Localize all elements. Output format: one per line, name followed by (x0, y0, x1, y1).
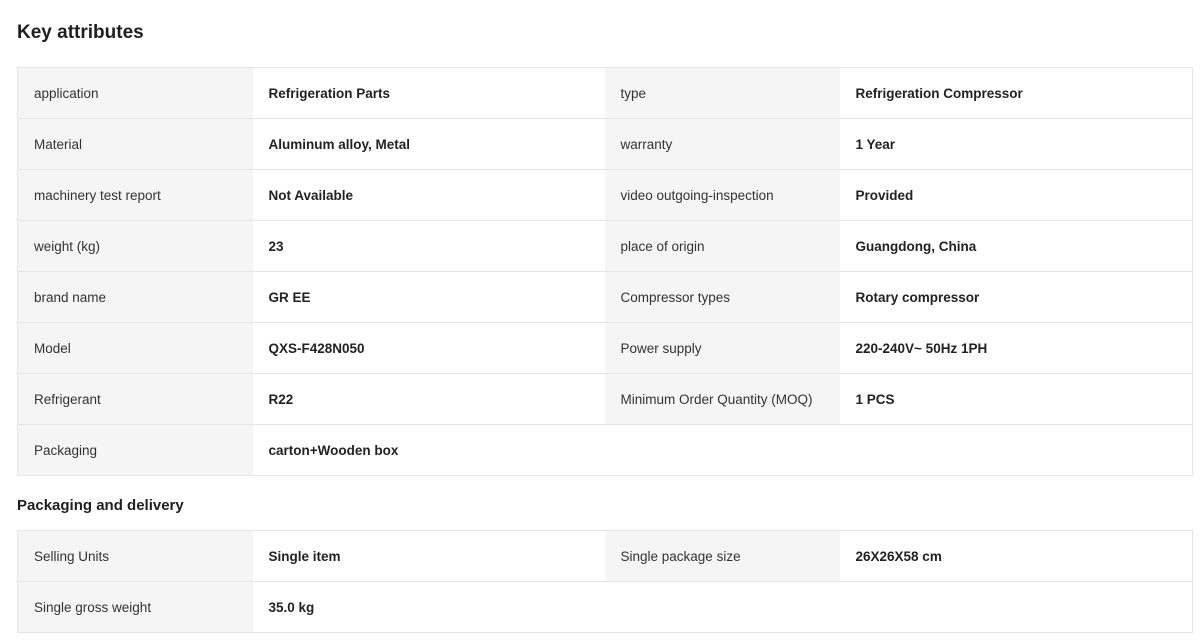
attribute-row: weight (kg) 23 place of origin Guangdong, C… (17, 220, 1193, 272)
attribute-value: 220-240V~ 50Hz 1PH (839, 322, 1193, 374)
attribute-label: place of origin (604, 220, 840, 272)
attribute-value: Aluminum alloy, Metal (252, 118, 605, 170)
attribute-value: 35.0 kg (252, 581, 605, 633)
attribute-row: application Refrigeration Parts type Refrig… (17, 67, 1193, 119)
attribute-row: Selling Units Single item Single package s… (17, 530, 1193, 582)
attribute-label: Minimum Order Quantity (MOQ) (604, 373, 840, 425)
attribute-label: Power supply (604, 322, 840, 374)
attribute-value: Provided (839, 169, 1193, 221)
empty-cell (604, 581, 1193, 633)
attribute-label: machinery test report (17, 169, 253, 221)
attribute-row: Refrigerant R22 Minimum Order Quantity (MO… (17, 373, 1193, 425)
attribute-value: 1 PCS (839, 373, 1193, 425)
attribute-label: application (17, 67, 253, 119)
attribute-row: Single gross weight 35.0 kg (17, 581, 1193, 633)
attribute-value: Refrigeration Parts (252, 67, 605, 119)
attribute-value: 23 (252, 220, 605, 272)
attribute-label: Single package size (604, 530, 840, 582)
attribute-value: R22 (252, 373, 605, 425)
attribute-label: type (604, 67, 840, 119)
attribute-value: 26X26X58 cm (839, 530, 1193, 582)
attribute-label: Selling Units (17, 530, 253, 582)
attribute-label: Single gross weight (17, 581, 253, 633)
attribute-value: GR EE (252, 271, 605, 323)
attribute-value: Guangdong, China (839, 220, 1193, 272)
attribute-row: Model QXS-F428N050 Power supply 220-240V~ 5… (17, 322, 1193, 374)
attribute-label: warranty (604, 118, 840, 170)
attribute-value: QXS-F428N050 (252, 322, 605, 374)
attribute-value: Not Available (252, 169, 605, 221)
packaging-delivery-title: Packaging and delivery (17, 497, 184, 514)
attribute-label: brand name (17, 271, 253, 323)
attribute-row: Packaging carton+Wooden box (17, 424, 1193, 476)
attribute-label: weight (kg) (17, 220, 253, 272)
attribute-value: Rotary compressor (839, 271, 1193, 323)
attribute-label: Material (17, 118, 253, 170)
attribute-value: Refrigeration Compressor (839, 67, 1193, 119)
attribute-label: Compressor types (604, 271, 840, 323)
attribute-label: Model (17, 322, 253, 374)
product-attributes-page: Key attributes application Refrigeration … (0, 0, 1200, 641)
attribute-row: brand name GR EE Compressor types Rotary co… (17, 271, 1193, 323)
attribute-row: Material Aluminum alloy, Metal warranty 1 Y… (17, 118, 1193, 170)
key-attributes-table: application Refrigeration Parts type Refrig… (17, 67, 1193, 476)
attribute-value: 1 Year (839, 118, 1193, 170)
attribute-row: machinery test report Not Available video … (17, 169, 1193, 221)
attribute-value: Single item (252, 530, 605, 582)
attribute-label: Refrigerant (17, 373, 253, 425)
attribute-label: video outgoing-inspection (604, 169, 840, 221)
key-attributes-title: Key attributes (17, 22, 144, 43)
empty-cell (604, 424, 1193, 476)
attribute-value: carton+Wooden box (252, 424, 605, 476)
packaging-delivery-table: Selling Units Single item Single package s… (17, 530, 1193, 633)
attribute-label: Packaging (17, 424, 253, 476)
